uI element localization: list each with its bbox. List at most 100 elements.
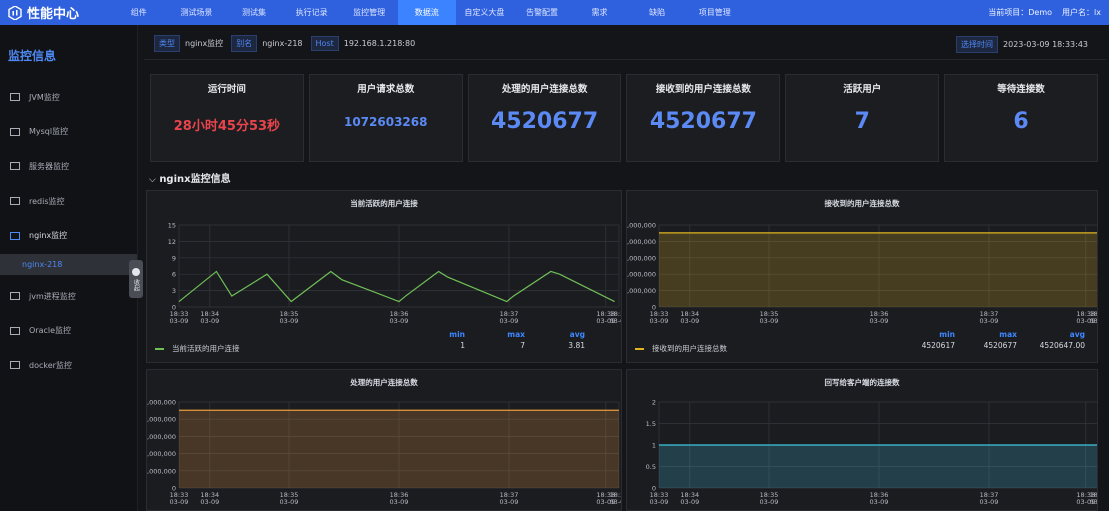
stat-value: 1072603268 [343, 115, 428, 129]
monitor-icon [10, 127, 20, 136]
x-tick-date: 03-09 [500, 498, 519, 506]
legend-stat-value: 7 [520, 341, 525, 350]
nav-item[interactable]: 自定义大盘 [456, 0, 514, 25]
chart-legend[interactable]: 接收到的用户连接总数 [635, 343, 727, 354]
y-tick-label: 5,000,000 [147, 399, 176, 407]
legend-stat-min: min 1 [405, 330, 465, 350]
host-label: Host [310, 36, 339, 51]
legend-stat-value: 3.81 [568, 341, 585, 350]
sidebar-item-label: Mysql监控 [29, 127, 69, 137]
logo-icon [8, 5, 22, 20]
alias-label: 别名 [231, 35, 258, 52]
stat-card: 用户请求总数 1072603268 [308, 74, 463, 162]
x-tick-date: 03-09 [760, 498, 779, 506]
legend-stat-value: 4520647.00 [1039, 341, 1085, 350]
sidebar-item-label: jvm进程监控 [29, 291, 76, 301]
sidebar-item[interactable]: docker监控 [0, 348, 137, 383]
legend-stat-header[interactable]: max [957, 330, 1017, 339]
y-tick-label: 3,000,000 [147, 433, 176, 441]
x-tick-date: 03-09 [390, 317, 409, 325]
sidebar-subitem-nginx-218[interactable]: nginx-218 [0, 253, 137, 275]
x-tick-date: 03-09 [170, 498, 189, 506]
app-logo[interactable]: 性能中心 [0, 3, 110, 22]
sidebar-title: 监控信息 [8, 49, 57, 63]
x-tick-date: 03-09 [680, 498, 699, 506]
legend-stat-header[interactable]: min [405, 330, 465, 339]
y-tick-label: 12 [168, 238, 176, 246]
stat-title: 运行时间 [207, 84, 246, 95]
nav-item[interactable]: 缺陷 [628, 0, 686, 25]
collapse-sidebar-button[interactable]: 收起 [129, 260, 143, 298]
collapse-label: 收起 [132, 278, 140, 291]
nav-item[interactable]: 组件 [110, 0, 168, 25]
sidebar-item[interactable]: redis监控 [0, 184, 137, 219]
stat-card: 接收到的用户连接总数 4520677 [626, 74, 781, 162]
y-tick-label: 1,000,000 [627, 287, 656, 295]
current-user[interactable]: 用户名：lx [1062, 7, 1101, 18]
monitor-icon [10, 162, 20, 171]
series-area [659, 445, 1097, 488]
series-line[interactable] [178, 270, 615, 303]
sidebar-item[interactable]: Mysql监控 [0, 115, 137, 150]
chart-svg: 21.510.5018:3303-0918:3403-0918:3503-091… [646, 399, 1097, 506]
y-tick-label: 1.5 [646, 420, 656, 428]
x-tick-date: 03-09 [980, 498, 999, 506]
stat-card: 活跃用户 7 [785, 74, 940, 162]
stat-title: 活跃用户 [843, 84, 882, 95]
nav-item[interactable]: 告警配置 [513, 0, 571, 25]
time-selector[interactable]: 选择时间 2023-03-09 18:33:43 [956, 36, 1096, 53]
time-value[interactable]: 2023-03-09 18:33:43 [1003, 40, 1088, 49]
nav-item[interactable]: 测试集 [225, 0, 283, 25]
nav-item[interactable]: 需求 [571, 0, 629, 25]
section-title[interactable]: ⌵ nginx监控信息 [149, 170, 231, 185]
x-tick-date: 03-09 [1090, 317, 1097, 325]
collapse-icon [132, 267, 140, 276]
chart-svg: 5,000,000 4,000,000 3,000,000 2,000,000 1,00… [147, 399, 621, 507]
alias-value: nginx-218 [262, 39, 303, 48]
y-tick-label: 3,000,000 [627, 254, 656, 262]
series-area [659, 232, 1097, 307]
stat-card: 运行时间 28小时45分53秒 [150, 74, 304, 162]
nav-item[interactable]: 数据流 [397, 0, 456, 25]
x-tick-date: 03-09 [280, 498, 299, 506]
legend-stat-header[interactable]: avg [1025, 330, 1085, 339]
series-area [179, 410, 619, 488]
nav-item[interactable]: 执行记录 [283, 0, 341, 25]
legend-stat-avg: avg 4520647.00 [1025, 330, 1085, 350]
chart-legend[interactable]: 当前活跃的用户连接 [155, 343, 240, 354]
legend-stat-header[interactable]: min [895, 330, 955, 339]
top-navbar: 性能中心 组件 测试场景 测试集 执行记录 监控管理 数据流 自定义大盘 告警配置 需求 缺陷 项目… [0, 0, 1109, 25]
monitor-icon [10, 292, 20, 301]
app-title: 性能中心 [27, 7, 80, 22]
x-tick-date: 03-09 [200, 498, 219, 506]
sidebar-item[interactable]: 服务器监控 [0, 149, 137, 184]
section-title-text: nginx监控信息 [159, 174, 231, 185]
stat-title: 处理的用户连接总数 [501, 84, 588, 95]
x-tick-date: 03-09 [200, 317, 219, 325]
sidebar-item[interactable]: Oracle监控 [0, 314, 137, 349]
sidebar-item[interactable]: jvm进程监控 [0, 279, 137, 314]
y-tick-label: 5,000,000 [627, 222, 656, 230]
y-tick-label: 9 [172, 254, 176, 262]
stat-card: 等待连接数 6 [944, 74, 1098, 162]
current-project[interactable]: 当前项目：Demo [988, 7, 1052, 18]
nav-item[interactable]: 监控管理 [340, 0, 398, 25]
x-tick-date: 03-09 [610, 498, 621, 506]
x-tick-date: 03-09 [680, 317, 699, 325]
stat-value: 4520677 [649, 109, 757, 134]
nav-item[interactable]: 测试场景 [168, 0, 226, 25]
sidebar-item-label: redis监控 [29, 196, 65, 206]
sidebar-item[interactable]: nginx监控 [0, 218, 137, 253]
chart-panel-active-connections: 当前活跃的用户连接 15 12 9 6 3 0 18:33 03-09 18:34 03-09 18:… [146, 190, 622, 363]
x-tick-date: 03-09 [870, 317, 889, 325]
chart-panel-writing-connections: 回写给客户端的连接数 2 1.5 1 0.5 0 18:33 03-09 18:34 03-09 1… [626, 369, 1098, 511]
nav-item[interactable]: 项目管理 [686, 0, 744, 25]
sidebar-list: JVM监控 Mysql监控服务器监控 redis监控 nginx监控 nginx-218… [0, 80, 137, 383]
legend-stat-header[interactable]: max [465, 330, 525, 339]
x-tick-date: 03-09 [280, 317, 299, 325]
stat-value: 28小时45分53秒 [173, 119, 281, 134]
sidebar-item[interactable]: JVM监控 [0, 80, 137, 115]
legend-stat-header[interactable]: avg [525, 330, 585, 339]
y-tick-label: 6 [172, 271, 176, 279]
y-tick-label: 15 [168, 222, 176, 230]
